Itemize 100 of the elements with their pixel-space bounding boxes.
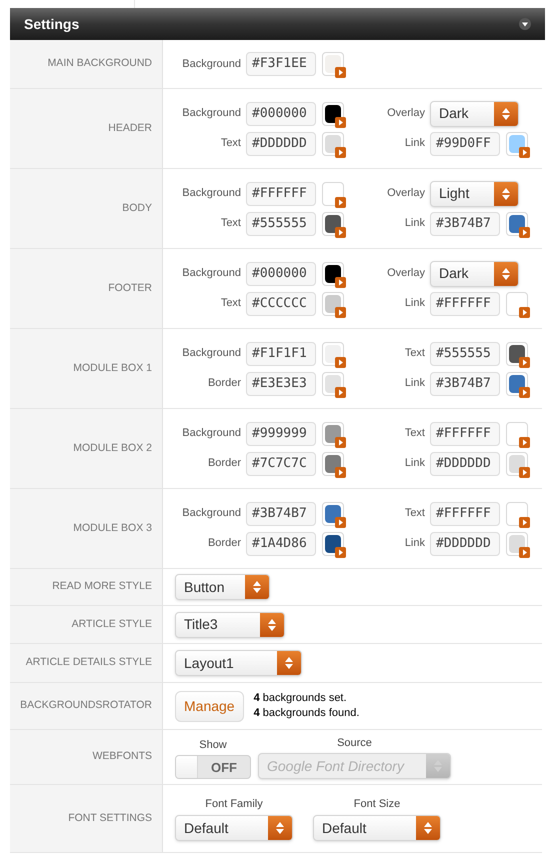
color-swatch[interactable] <box>506 132 528 156</box>
toggle-switch[interactable]: OFF <box>175 755 251 780</box>
hex-input-field[interactable]: #DDDDDD <box>430 532 500 556</box>
play-icon <box>335 466 346 478</box>
dropdown[interactable]: Light <box>430 180 519 206</box>
play-icon <box>519 306 530 318</box>
hex-input-field[interactable]: #000000 <box>246 102 316 126</box>
hex-input-field[interactable]: #F3F1EE <box>246 52 316 76</box>
dropdown[interactable]: Default <box>175 815 293 842</box>
hex-input-field[interactable]: #1A4D86 <box>246 532 316 556</box>
play-icon <box>519 146 530 158</box>
field-label: Link <box>404 456 425 472</box>
play-icon <box>519 546 530 558</box>
field-label: Background <box>181 346 241 362</box>
section-label: HEADER <box>108 120 152 136</box>
play-icon <box>335 386 346 398</box>
play-icon <box>335 116 346 128</box>
field-label: Font Family <box>205 796 263 812</box>
color-swatch[interactable] <box>506 212 528 236</box>
color-swatch[interactable] <box>506 422 528 446</box>
hex-input-field[interactable]: #3B74B7 <box>430 212 500 236</box>
dropdown[interactable]: Dark <box>430 260 519 286</box>
color-swatch[interactable] <box>322 102 344 126</box>
field-label: Text <box>404 346 425 362</box>
hex-input-field[interactable]: #555555 <box>430 342 500 366</box>
hex-input-field[interactable]: #FFFFFF <box>430 422 500 446</box>
color-swatch[interactable] <box>322 532 344 556</box>
play-icon <box>519 436 530 448</box>
play-icon <box>335 226 346 238</box>
dropdown[interactable]: Layout1 <box>175 650 302 676</box>
up-down-arrows-icon <box>502 268 510 280</box>
field-label: Text <box>404 426 425 442</box>
field-label: Border <box>206 456 241 472</box>
hex-input-field[interactable]: #99D0FF <box>430 132 500 156</box>
field-label: Text <box>404 506 425 522</box>
color-swatch[interactable] <box>322 212 344 236</box>
field-label: Overlay <box>386 106 425 122</box>
hex-input-field[interactable]: #3B74B7 <box>430 372 500 396</box>
section-label: MODULE BOX 3 <box>73 520 152 536</box>
play-icon <box>335 436 346 448</box>
field-label: Background <box>181 56 241 72</box>
color-swatch[interactable] <box>322 182 344 206</box>
color-swatch[interactable] <box>506 502 528 526</box>
color-swatch[interactable] <box>506 372 528 396</box>
hex-input-field[interactable]: #FFFFFF <box>430 292 500 316</box>
field-label: Background <box>181 186 241 202</box>
color-swatch[interactable] <box>506 532 528 556</box>
hex-input-field[interactable]: #FFFFFF <box>246 182 316 206</box>
play-icon <box>335 516 346 528</box>
section-label: WEBFONTS <box>92 749 152 764</box>
hex-input-field[interactable]: #F1F1F1 <box>246 342 316 366</box>
section-label: ARTICLE STYLE <box>72 616 152 632</box>
color-swatch[interactable] <box>322 52 344 76</box>
dropdown[interactable]: Title3 <box>175 612 285 638</box>
color-swatch[interactable] <box>322 262 344 286</box>
status-text: 4 backgrounds found. <box>254 706 360 721</box>
collapse-icon[interactable] <box>519 18 531 30</box>
section-label: ARTICLE DETAILS STYLE <box>26 655 152 670</box>
hex-input-field[interactable]: #CCCCCC <box>246 292 316 316</box>
field-label: Link <box>404 536 425 552</box>
color-swatch[interactable] <box>322 372 344 396</box>
field-label: Border <box>206 376 241 392</box>
section-label: FONT SETTINGS <box>68 810 152 826</box>
color-swatch[interactable] <box>506 342 528 366</box>
dropdown[interactable]: Default <box>313 815 441 842</box>
hex-input-field[interactable]: #DDDDDD <box>430 452 500 476</box>
section-label: MAIN BACKGROUND <box>48 56 152 72</box>
field-label: Font Size <box>354 796 400 812</box>
field-label: Link <box>404 296 425 312</box>
field-label: Border <box>206 536 241 552</box>
manage-button[interactable]: Manage <box>175 690 244 722</box>
panel-title: Settings <box>24 14 80 34</box>
play-icon <box>519 466 530 478</box>
hex-input-field[interactable]: #3B74B7 <box>246 502 316 526</box>
up-down-arrows-icon <box>285 657 293 669</box>
hex-input-field[interactable]: #999999 <box>246 422 316 446</box>
hex-input-field[interactable]: #FFFFFF <box>430 502 500 526</box>
play-icon <box>519 226 530 238</box>
up-down-arrows-icon <box>502 188 510 200</box>
hex-input-field[interactable]: #000000 <box>246 262 316 286</box>
dropdown[interactable]: Button <box>175 574 270 600</box>
dropdown[interactable]: Dark <box>430 100 519 126</box>
play-icon <box>335 546 346 558</box>
hex-input-field[interactable]: #555555 <box>246 212 316 236</box>
field-label: Link <box>404 376 425 392</box>
hex-input-field[interactable]: #E3E3E3 <box>246 372 316 396</box>
color-swatch[interactable] <box>322 342 344 366</box>
color-swatch[interactable] <box>506 452 528 476</box>
color-swatch[interactable] <box>506 292 528 316</box>
color-swatch[interactable] <box>322 422 344 446</box>
color-swatch[interactable] <box>322 132 344 156</box>
play-icon <box>335 196 346 208</box>
color-swatch[interactable] <box>322 292 344 316</box>
color-swatch[interactable] <box>322 502 344 526</box>
hex-input-field[interactable]: #DDDDDD <box>246 132 316 156</box>
color-swatch[interactable] <box>322 452 344 476</box>
hex-input-field[interactable]: #7C7C7C <box>246 452 316 476</box>
up-down-arrows-icon <box>424 822 432 834</box>
play-icon <box>519 386 530 398</box>
play-icon <box>335 276 346 288</box>
